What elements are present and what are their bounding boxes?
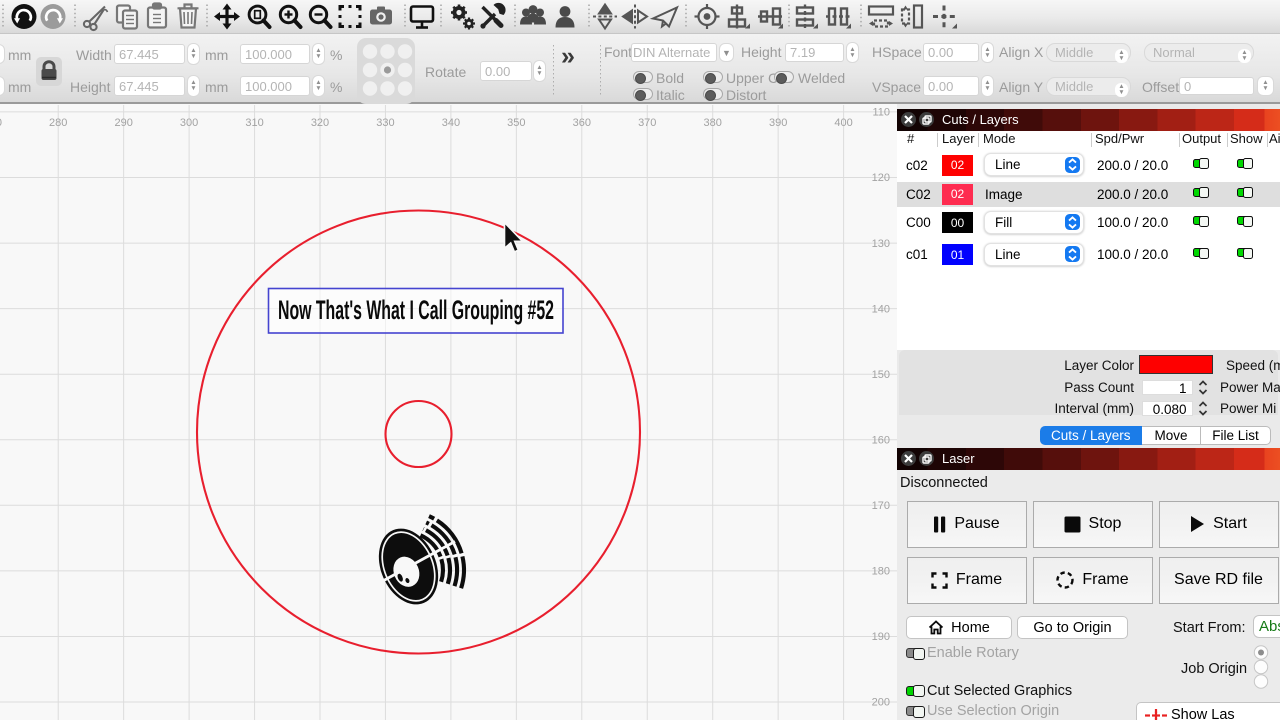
svg-text:340: 340 <box>442 117 460 129</box>
svg-text:300: 300 <box>180 117 198 129</box>
svg-text:360: 360 <box>573 117 591 129</box>
svg-text:160: 160 <box>872 435 890 447</box>
svg-text:320: 320 <box>311 117 329 129</box>
svg-text:330: 330 <box>376 117 394 129</box>
svg-text:120: 120 <box>872 172 890 184</box>
svg-text:280: 280 <box>49 117 67 129</box>
svg-text:290: 290 <box>114 117 132 129</box>
svg-text:370: 370 <box>638 117 656 129</box>
svg-text:380: 380 <box>704 117 722 129</box>
svg-text:170: 170 <box>872 500 890 512</box>
svg-text:350: 350 <box>507 117 525 129</box>
svg-text:400: 400 <box>834 117 852 129</box>
svg-text:310: 310 <box>245 117 263 129</box>
svg-text:200: 200 <box>872 697 890 709</box>
svg-text:130: 130 <box>872 238 890 250</box>
svg-text:180: 180 <box>872 566 890 578</box>
svg-text:140: 140 <box>872 303 890 315</box>
svg-text:270: 270 <box>0 117 2 129</box>
svg-text:110: 110 <box>872 107 890 119</box>
svg-text:390: 390 <box>769 117 787 129</box>
svg-text:150: 150 <box>872 369 890 381</box>
svg-text:Now That's What I Call Groupin: Now That's What I Call Grouping #52 <box>278 295 554 325</box>
svg-text:190: 190 <box>872 631 890 643</box>
